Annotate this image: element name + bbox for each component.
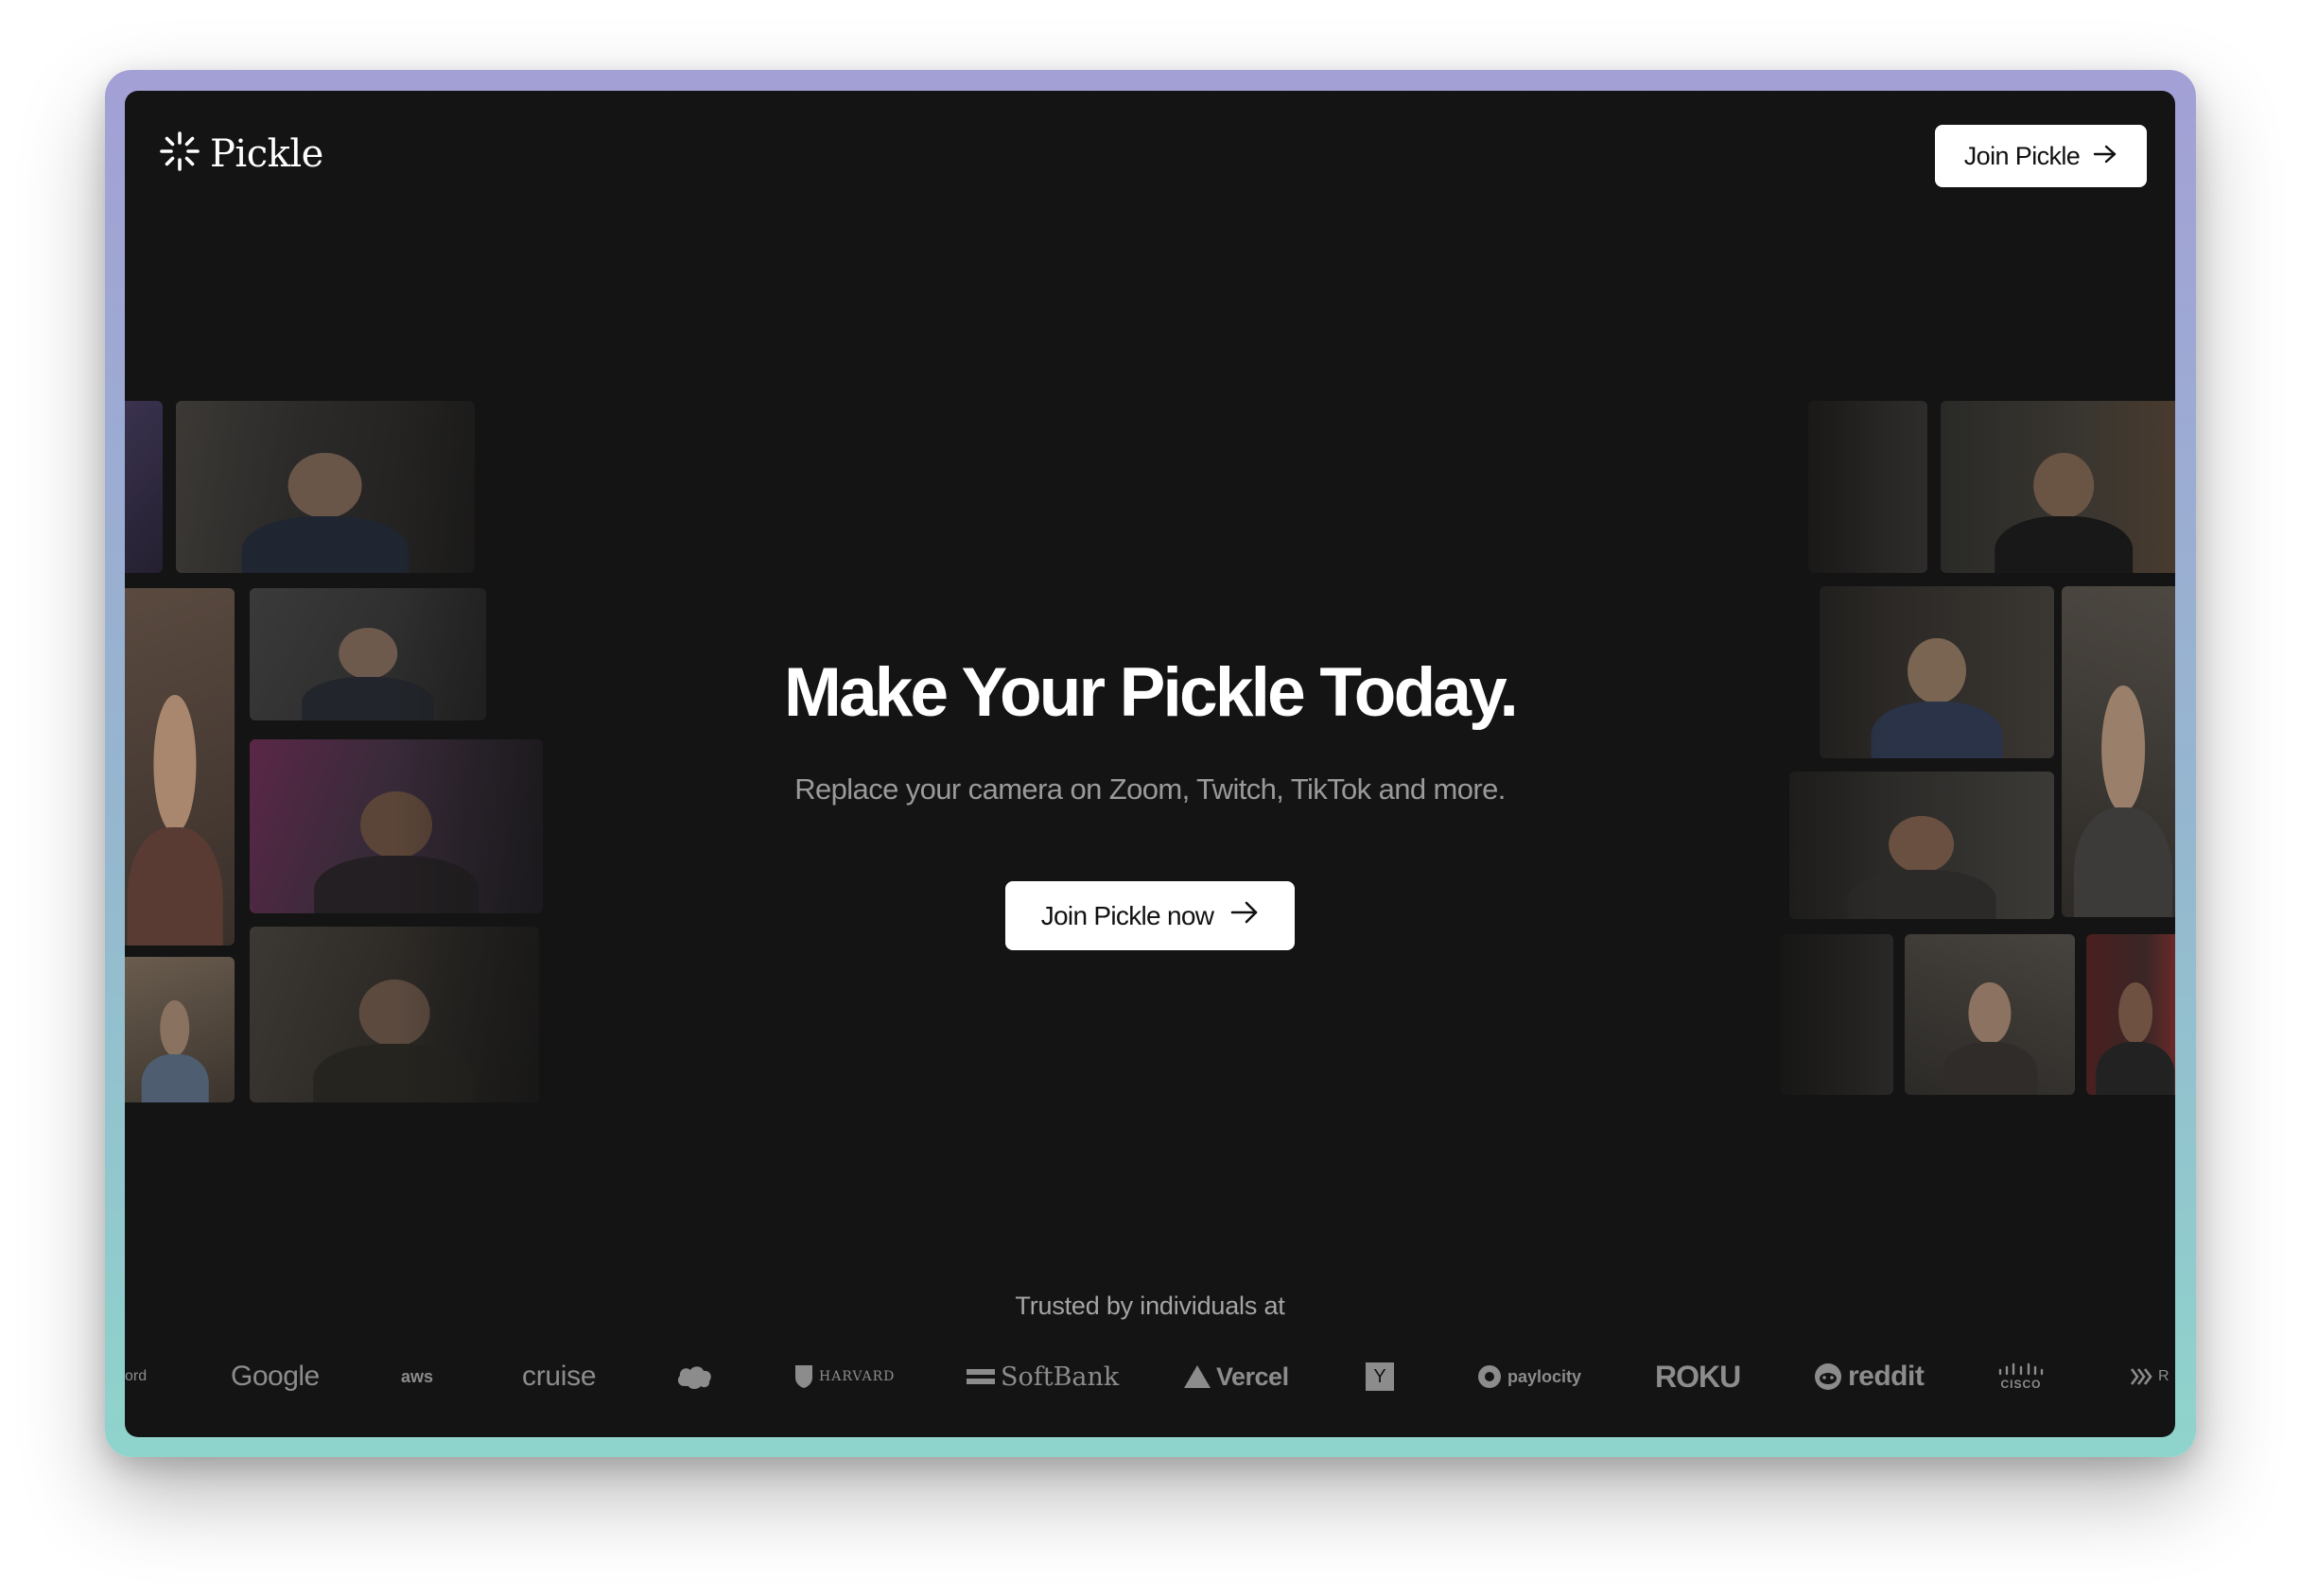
harvard-logo: HARVARD [794, 1348, 895, 1405]
video-tile [250, 927, 539, 1102]
paylocity-logo: paylocity [1477, 1348, 1581, 1405]
video-tile [2086, 934, 2175, 1095]
video-tile [176, 401, 475, 573]
video-tile [1941, 401, 2175, 573]
cta-label: Join Pickle now [1040, 900, 1214, 930]
arrow-right-icon [1230, 900, 1259, 931]
hero-subtitle: Replace your camera on Zoom, Twitch, Tik… [794, 772, 1506, 806]
reddit-logo: reddit [1814, 1348, 1925, 1405]
join-pickle-button[interactable]: Join Pickle [1935, 125, 2147, 187]
hero-title: Make Your Pickle Today. [783, 654, 1519, 731]
sparkle-icon [159, 130, 200, 177]
aws-logo: aws [401, 1366, 434, 1386]
vercel-logo: Vercel [1184, 1348, 1289, 1405]
arrow-right-icon [2093, 142, 2117, 171]
ycombinator-logo: Y [1366, 1348, 1394, 1405]
roku-logo: ROKU [1655, 1359, 1741, 1394]
trusted-heading: Trusted by individuals at [1015, 1292, 1285, 1320]
salesforce-logo [675, 1348, 713, 1405]
video-tile [1808, 401, 1927, 573]
brand-name: Pickle [210, 131, 323, 176]
hero-section: Make Your Pickle Today. Replace your cam… [125, 658, 2175, 807]
video-tile [125, 957, 235, 1102]
cruise-logo: cruise [522, 1361, 597, 1392]
logo-strip: ord Google aws cruise HARVARD SoftBank V… [125, 1348, 2175, 1405]
brand-logo[interactable]: Pickle [159, 130, 323, 177]
cisco-logo: CISCO [1998, 1362, 2044, 1391]
softbank-logo: SoftBank [967, 1348, 1119, 1405]
video-tile [1780, 934, 1893, 1095]
partial-logo-right: R [2130, 1348, 2169, 1405]
join-pickle-now-button[interactable]: Join Pickle now [1005, 881, 1295, 950]
video-tile [125, 401, 163, 573]
video-tile [1905, 934, 2075, 1095]
partial-logo-left: ord [125, 1368, 148, 1384]
google-logo: Google [231, 1361, 320, 1392]
page-screen: Pickle Join Pickle Make Your Pickle Toda… [125, 91, 2175, 1437]
join-pickle-label: Join Pickle [1963, 141, 2081, 170]
